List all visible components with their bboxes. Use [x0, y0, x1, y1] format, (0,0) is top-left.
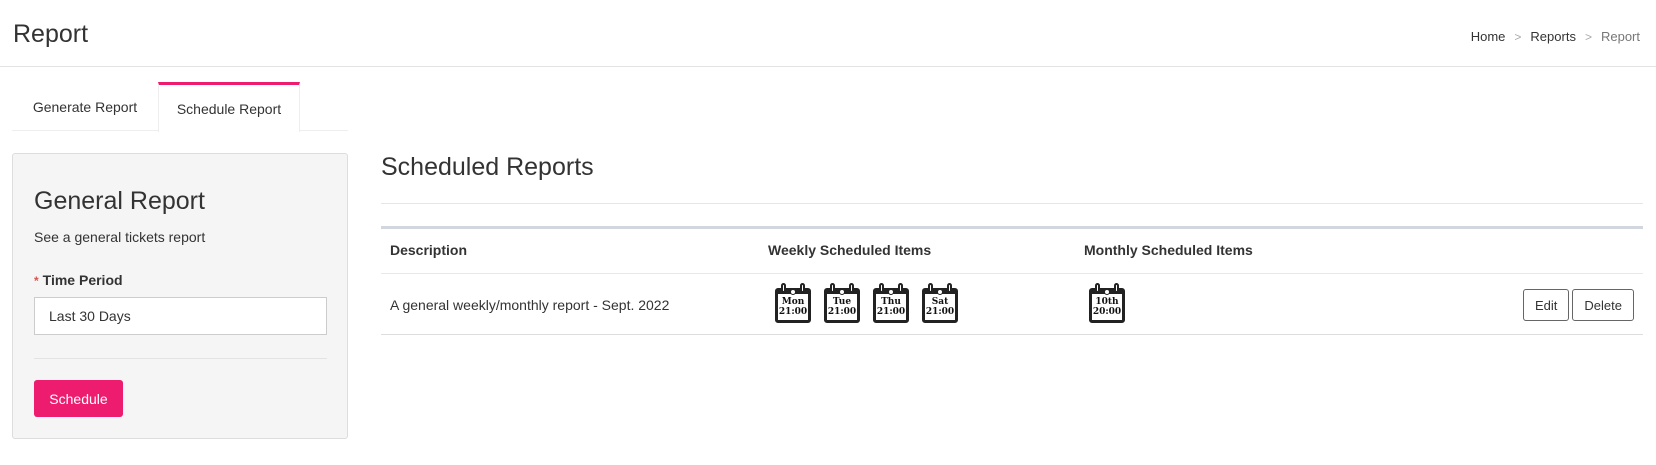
- page-header: Report Home > Reports > Report: [0, 0, 1656, 67]
- calendar-time: 20:00: [1092, 307, 1122, 317]
- panel-divider: [34, 358, 327, 359]
- time-period-label: * Time Period: [34, 272, 123, 288]
- calendar-day: Tue: [832, 297, 852, 307]
- breadcrumb-reports[interactable]: Reports: [1530, 29, 1576, 44]
- calendar-icon: Thu 21:00: [873, 283, 909, 323]
- column-header-weekly: Weekly Scheduled Items: [768, 242, 932, 258]
- section-divider: [381, 203, 1643, 204]
- time-period-label-text: Time Period: [42, 272, 123, 288]
- calendar-time: 21:00: [925, 307, 955, 317]
- column-header-monthly: Monthly Scheduled Items: [1084, 242, 1253, 258]
- breadcrumb-current: Report: [1600, 29, 1640, 44]
- calendar-icon: Sat 21:00: [922, 283, 958, 323]
- required-asterisk-icon: *: [34, 274, 39, 288]
- calendar-day: Thu: [881, 297, 901, 307]
- time-period-input[interactable]: [34, 297, 327, 335]
- column-header-description: Description: [390, 242, 468, 258]
- edit-button[interactable]: Edit: [1523, 289, 1570, 321]
- monthly-schedule-items: 10th 20:00: [1089, 283, 1138, 323]
- breadcrumb-home[interactable]: Home: [1471, 29, 1506, 44]
- calendar-day: Mon: [781, 297, 805, 307]
- table-header: Description Weekly Scheduled Items Month…: [381, 229, 1643, 274]
- breadcrumb-separator: >: [1514, 29, 1522, 44]
- weekly-schedule-items: Mon 21:00 Tue 21:00 Thu 21:00 Sat 21:00: [775, 283, 971, 323]
- calendar-day: Sat: [931, 297, 949, 307]
- panel-description: See a general tickets report: [34, 229, 206, 245]
- calendar-icon: Tue 21:00: [824, 283, 860, 323]
- row-actions: Edit Delete: [1520, 289, 1634, 321]
- calendar-time: 21:00: [827, 307, 857, 317]
- schedule-button[interactable]: Schedule: [34, 380, 123, 417]
- report-tabs: Generate Report Schedule Report: [12, 82, 348, 132]
- general-report-panel: General Report See a general tickets rep…: [12, 153, 348, 439]
- calendar-icon: 10th 20:00: [1089, 283, 1125, 323]
- breadcrumb-separator: >: [1584, 29, 1592, 44]
- breadcrumb: Home > Reports > Report: [1471, 29, 1640, 44]
- calendar-time: 21:00: [876, 307, 906, 317]
- scheduled-reports-title: Scheduled Reports: [381, 153, 594, 181]
- tab-schedule-report[interactable]: Schedule Report: [158, 82, 300, 132]
- calendar-icon: Mon 21:00: [775, 283, 811, 323]
- scheduled-reports-table: Description Weekly Scheduled Items Month…: [381, 226, 1643, 335]
- tab-generate-report[interactable]: Generate Report: [12, 82, 158, 131]
- calendar-time: 21:00: [778, 307, 808, 317]
- page-title: Report: [13, 20, 89, 48]
- row-description: A general weekly/monthly report - Sept. …: [390, 297, 670, 313]
- delete-button[interactable]: Delete: [1572, 289, 1634, 321]
- panel-title: General Report: [34, 187, 205, 215]
- table-row: A general weekly/monthly report - Sept. …: [381, 275, 1643, 335]
- calendar-day: 10th: [1095, 297, 1119, 307]
